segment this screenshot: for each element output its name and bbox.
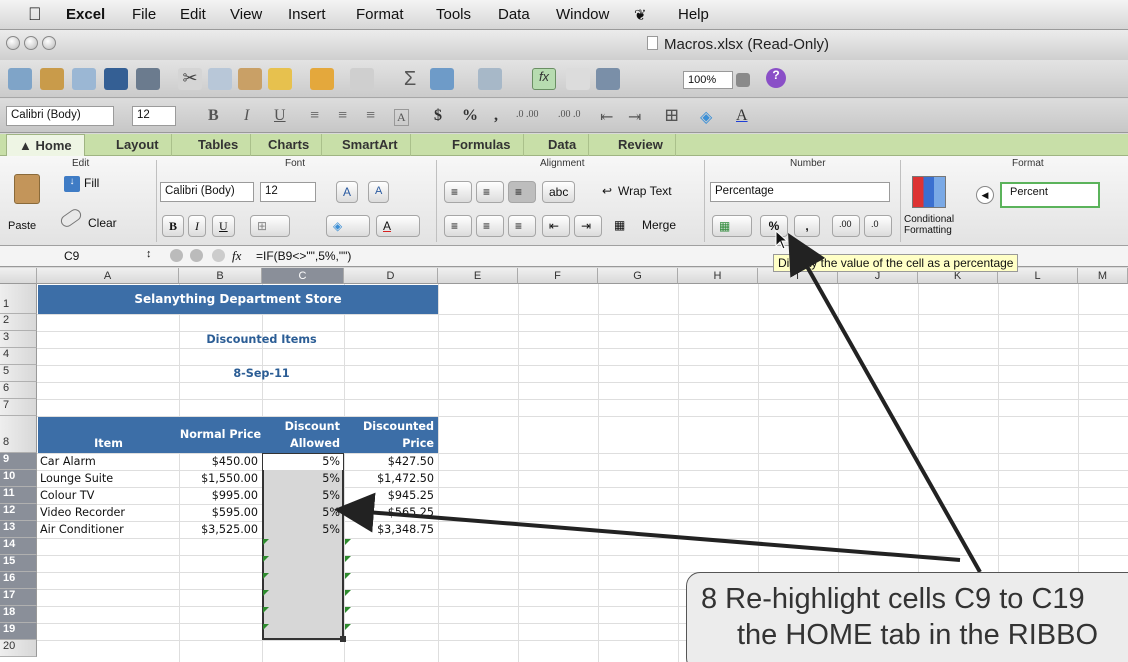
callout-line-1: 8 Re-highlight cells C9 to C19 bbox=[701, 583, 1085, 615]
annotation-arrows bbox=[334, 233, 982, 573]
callout-line-2: the HOME tab in the RIBBO bbox=[737, 619, 1099, 651]
instruction-callout: 8 Re-highlight cells C9 to C19 the HOME … bbox=[686, 572, 1128, 662]
arrow-to-percent-button bbox=[788, 233, 982, 573]
arrow-to-selected-cells bbox=[334, 492, 961, 562]
